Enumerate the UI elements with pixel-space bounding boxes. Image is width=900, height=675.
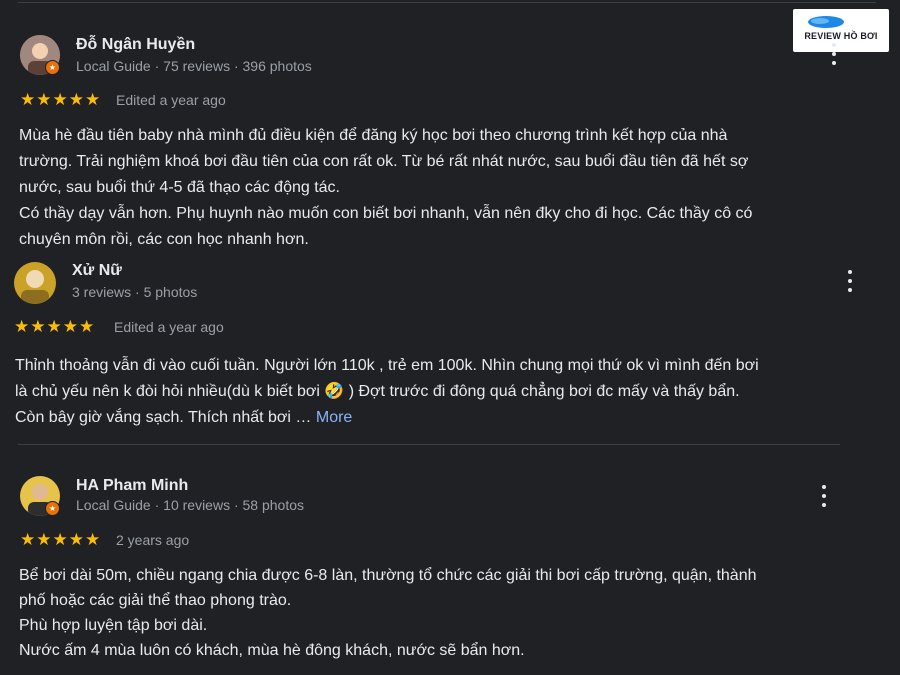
review-date: Edited a year ago xyxy=(116,92,226,108)
reviewer-meta: Local Guide · 75 reviews · 396 photos xyxy=(76,58,312,74)
logo-text: REVIEW HỒ BƠI xyxy=(804,31,878,41)
star-icon: ★ xyxy=(20,90,36,109)
star-icon: ★ xyxy=(68,90,84,109)
star-icon: ★ xyxy=(30,317,46,336)
review-text: Bể bơi dài 50m, chiều ngang chia được 6-… xyxy=(19,567,757,659)
star-rating: ★ ★ ★ ★ ★ xyxy=(14,318,94,335)
star-icon: ★ xyxy=(68,530,84,549)
more-options-icon[interactable] xyxy=(826,43,842,65)
star-icon: ★ xyxy=(62,317,78,336)
avatar[interactable] xyxy=(14,262,56,304)
star-icon: ★ xyxy=(85,530,101,549)
more-link[interactable]: More xyxy=(316,409,352,426)
review-date: 2 years ago xyxy=(116,532,190,548)
review-text: Mùa hè đầu tiên baby nhà mình đủ điều ki… xyxy=(19,127,753,248)
top-divider xyxy=(18,2,876,3)
star-icon: ★ xyxy=(46,317,62,336)
star-rating: ★ ★ ★ ★ ★ xyxy=(20,531,100,548)
reviewer-name[interactable]: Đỗ Ngân Huyền xyxy=(76,36,195,54)
review-text-content: Thỉnh thoảng vẫn đi vào cuối tuần. Người… xyxy=(15,357,759,426)
review-text: Thỉnh thoảng vẫn đi vào cuối tuần. Người… xyxy=(15,353,885,431)
more-options-icon[interactable] xyxy=(842,270,858,292)
local-guide-badge-icon: ★ xyxy=(45,501,60,516)
star-icon: ★ xyxy=(52,90,68,109)
reviewer-meta: 3 reviews · 5 photos xyxy=(72,284,198,300)
star-icon: ★ xyxy=(36,90,52,109)
reviewer-name[interactable]: HA Pham Minh xyxy=(76,477,188,495)
reviewer-name[interactable]: Xử Nữ xyxy=(72,262,122,280)
reviewer-meta: Local Guide · 10 reviews · 58 photos xyxy=(76,497,305,513)
star-icon: ★ xyxy=(85,90,101,109)
star-icon: ★ xyxy=(20,530,36,549)
star-icon: ★ xyxy=(79,317,95,336)
star-icon: ★ xyxy=(36,530,52,549)
local-guide-badge-icon: ★ xyxy=(45,60,60,75)
more-options-icon[interactable] xyxy=(816,485,832,507)
star-icon: ★ xyxy=(14,317,30,336)
star-rating: ★ ★ ★ ★ ★ xyxy=(20,91,100,108)
star-icon: ★ xyxy=(52,530,68,549)
avatar-photo-icon xyxy=(14,262,56,304)
review-date: Edited a year ago xyxy=(114,319,224,335)
review-divider xyxy=(18,444,840,445)
